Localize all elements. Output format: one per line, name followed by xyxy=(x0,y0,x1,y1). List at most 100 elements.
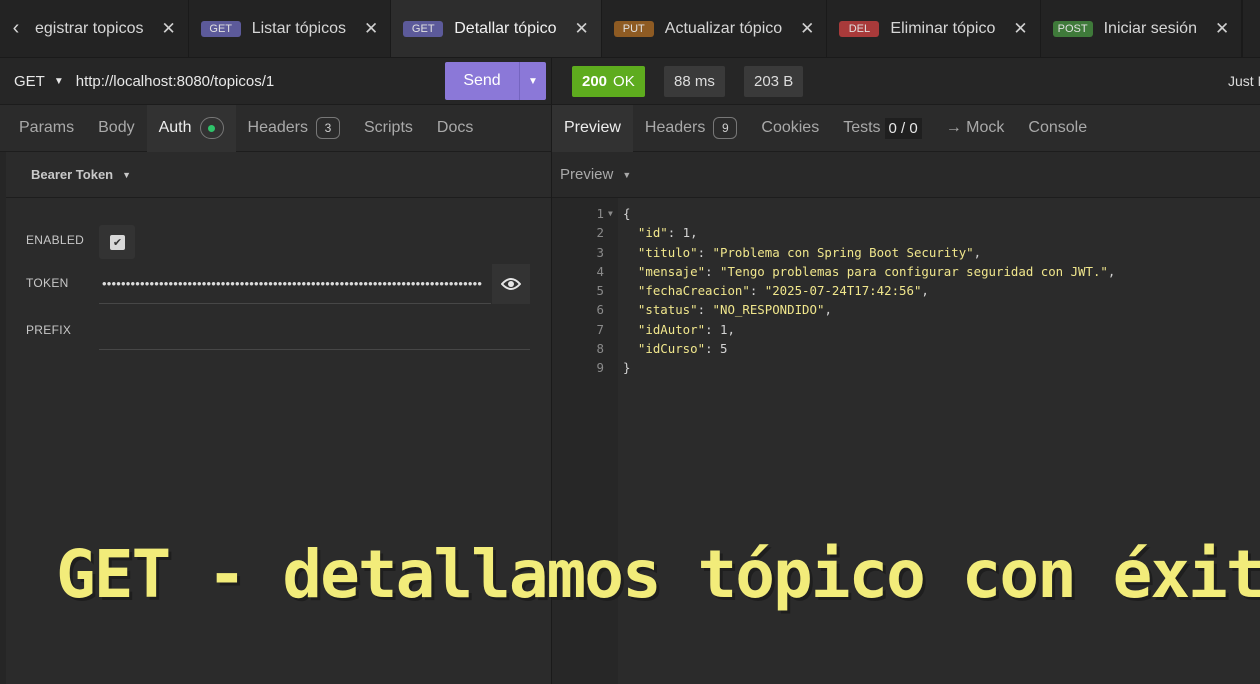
auth-type-select[interactable]: Bearer Token ▼ xyxy=(6,152,551,198)
tab-docs[interactable]: Docs xyxy=(425,105,485,152)
request-subtabs: Params Body Auth Headers 3 Scripts Docs xyxy=(0,104,551,152)
prefix-label: PREFIX xyxy=(26,323,72,337)
status-text: OK xyxy=(613,73,635,90)
code-token: , xyxy=(973,244,982,260)
token-input[interactable]: ••••••••••••••••••••••••••••••••••••••••… xyxy=(102,276,492,291)
close-icon[interactable]: ✕ xyxy=(1013,19,1027,39)
response-time: 88 ms xyxy=(664,66,725,97)
fold-caret-icon[interactable]: ▼ xyxy=(608,204,613,223)
caret-down-icon: ▼ xyxy=(53,75,64,87)
method-badge: POST xyxy=(1052,20,1093,37)
request-tab[interactable]: GET Detallar tópico ✕ xyxy=(391,0,602,57)
url-bar: GET ▼ http://localhost:8080/topicos/1 Se… xyxy=(0,58,551,105)
response-body-viewer[interactable]: 1 ▼{2 "id": 1, 3 "titulo": "Problema con S… xyxy=(552,204,1260,378)
request-tab-bar: ‹ egistrar topicos ✕ GET Listar tópicos ✕ GET… xyxy=(0,0,1260,58)
code-line: 1 ▼ { xyxy=(552,204,1260,223)
tab-response-headers[interactable]: Headers 9 xyxy=(633,105,749,152)
request-tab-label: Actualizar tópico xyxy=(664,19,783,37)
caret-down-icon[interactable]: ▼ xyxy=(519,62,546,100)
code-text: "idAutor": 1, xyxy=(623,320,735,339)
tab-params[interactable]: Params xyxy=(0,105,86,152)
request-tab[interactable]: POST Iniciar sesión ✕ xyxy=(1041,0,1243,57)
preview-mode-label: Preview xyxy=(560,166,614,183)
enabled-checkbox[interactable]: ✔ xyxy=(110,235,125,250)
request-tab[interactable]: GET Listar tópicos ✕ xyxy=(189,0,392,57)
send-label: Send xyxy=(463,72,501,89)
code-text: "idCurso": 5 xyxy=(623,339,728,358)
code-line: 5 "fechaCreacion": "2025-07-24T17:42:56"… xyxy=(552,281,1260,300)
preview-mode-select[interactable]: Preview ▼ xyxy=(552,152,1260,198)
auth-status-badge xyxy=(199,117,224,139)
code-token: "fechaCreacion" xyxy=(637,283,750,299)
close-icon[interactable]: ✕ xyxy=(161,19,175,39)
check-icon: ✔ xyxy=(112,237,123,249)
request-tab[interactable]: DEL Eliminar tópico ✕ xyxy=(827,0,1041,57)
tab-tests[interactable]: Tests 0 / 0 xyxy=(831,105,934,152)
code-line: 9} xyxy=(552,358,1260,377)
code-token: "NO_RESPONDIDO" xyxy=(712,302,825,318)
request-tab-label: egistrar topicos xyxy=(34,19,144,37)
tab-scripts[interactable]: Scripts xyxy=(352,105,425,152)
code-token: } xyxy=(623,360,631,376)
line-number: 5 xyxy=(596,283,604,299)
method-select[interactable]: GET ▼ xyxy=(14,73,64,90)
tab-body[interactable]: Body xyxy=(86,105,146,152)
line-number: 4 xyxy=(596,263,604,279)
eye-icon xyxy=(501,278,521,290)
code-token: , xyxy=(921,283,929,299)
code-token: "idCurso" xyxy=(637,341,706,357)
prefix-input[interactable] xyxy=(99,349,530,350)
tab-headers-label: Headers xyxy=(247,119,308,136)
tab-cookies[interactable]: Cookies xyxy=(749,105,831,152)
tab-auth[interactable]: Auth xyxy=(146,104,236,152)
close-icon[interactable]: ✕ xyxy=(1215,19,1229,39)
close-icon[interactable]: ✕ xyxy=(575,19,589,39)
auth-type-label: Bearer Token xyxy=(31,167,114,182)
close-icon[interactable]: ✕ xyxy=(364,19,378,39)
code-text: "fechaCreacion": "2025-07-24T17:42:56", xyxy=(623,281,929,300)
tab-console[interactable]: Console xyxy=(1016,105,1099,152)
tab-tests-label: Tests xyxy=(843,119,881,136)
headers-count-badge: 3 xyxy=(316,117,340,139)
code-token: "status" xyxy=(637,302,698,318)
url-input[interactable]: http://localhost:8080/topicos/1 xyxy=(76,73,274,90)
status-badge: 200 OK xyxy=(572,66,645,97)
line-number: 1 xyxy=(596,206,604,221)
line-number: 2 xyxy=(596,225,604,241)
tab-headers[interactable]: Headers 3 xyxy=(236,105,352,152)
caret-down-icon: ▼ xyxy=(622,169,632,180)
toggle-visibility-button[interactable] xyxy=(492,264,530,304)
response-status-bar: 200 OK 88 ms 203 B Just N xyxy=(551,58,1260,105)
code-text: "titulo": "Problema con Spring Boot Secu… xyxy=(623,243,981,262)
code-token: { xyxy=(623,206,631,221)
method-badge: GET xyxy=(200,20,241,37)
line-number: 6 xyxy=(596,302,604,318)
request-tab[interactable]: PUT Actualizar tópico ✕ xyxy=(602,0,828,57)
request-tab[interactable]: egistrar topicos ✕ xyxy=(32,0,189,57)
tab-preview[interactable]: Preview xyxy=(552,104,633,152)
caret-down-icon: ▼ xyxy=(122,169,132,180)
chevron-left-icon[interactable]: ‹ xyxy=(0,0,32,57)
send-button[interactable]: Send ▼ xyxy=(445,62,546,100)
token-label: TOKEN xyxy=(26,276,69,290)
caption-overlay: GET - detallamos tópico con éxito xyxy=(56,536,1260,613)
tab-mock[interactable]: → Mock xyxy=(934,105,1017,152)
code-token: "titulo" xyxy=(637,244,698,260)
code-line: 7 "idAutor": 1, xyxy=(552,320,1260,339)
status-code: 200 xyxy=(582,73,608,90)
close-icon[interactable]: ✕ xyxy=(800,19,814,39)
left-edge xyxy=(0,152,6,684)
code-token: : 1, xyxy=(705,321,735,337)
response-size: 203 B xyxy=(744,66,804,97)
request-tab-label: Iniciar sesión xyxy=(1103,19,1197,37)
code-token: : 5 xyxy=(705,341,728,357)
code-line: 2 "id": 1, xyxy=(552,223,1260,242)
tab-overflow[interactable] xyxy=(1242,0,1260,57)
code-token: , xyxy=(824,302,832,318)
